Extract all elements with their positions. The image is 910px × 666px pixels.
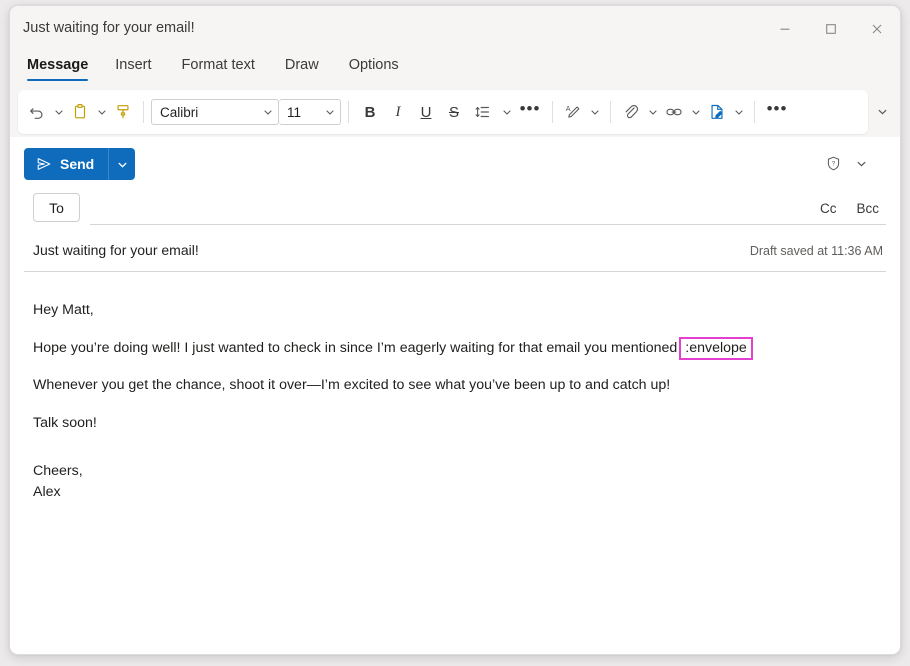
toolbar-separator [143, 101, 144, 123]
compose-window: Just waiting for your email! Message Ins… [9, 5, 901, 655]
link-icon [666, 108, 682, 116]
subject-row: Just waiting for your email! Draft saved… [24, 235, 886, 272]
to-button[interactable]: To [33, 193, 80, 222]
undo-icon [30, 108, 43, 119]
italic-icon: I [395, 103, 401, 120]
attach-dropdown[interactable] [644, 97, 661, 127]
send-options-dropdown[interactable] [108, 148, 136, 180]
message-body[interactable]: Hey Matt, Hope you’re doing well! I just… [24, 272, 886, 503]
maximize-button[interactable] [808, 6, 854, 52]
chevron-down-icon [857, 161, 865, 167]
minimize-button[interactable] [762, 6, 808, 52]
chevron-down-icon [878, 109, 886, 115]
send-row: Send ? [10, 137, 900, 191]
format-painter-button[interactable] [110, 97, 136, 127]
window-controls [762, 6, 900, 52]
cc-bcc-group: Cc Bcc [817, 199, 882, 218]
signature-icon [711, 104, 723, 119]
body-paragraph-2: Hope you’re doing well! I just wanted to… [33, 336, 877, 360]
body-signature-name: Alex [33, 483, 61, 500]
strikethrough-button[interactable]: S [440, 97, 468, 127]
compose-area: Send ? To Cc Bcc Just waiting for your e… [10, 137, 900, 654]
tab-format-text[interactable]: Format text [167, 52, 270, 75]
undo-button[interactable] [24, 97, 50, 127]
ellipsis-icon: ••• [519, 99, 541, 118]
insert-link-button[interactable] [661, 97, 687, 127]
more-formatting-button[interactable]: ••• [515, 97, 545, 127]
text-highlight-dropdown[interactable] [586, 97, 603, 127]
underline-button[interactable]: U [412, 97, 440, 127]
font-name-dropdown-icon[interactable] [258, 107, 278, 117]
body-signoff: Cheers, [33, 463, 83, 480]
body-greeting: Hey Matt, [33, 302, 94, 318]
line-spacing-dropdown[interactable] [498, 97, 515, 127]
ribbon-toolbar: Calibri 11 B I U S ••• A ••• [10, 88, 900, 137]
text-highlight-icon: A [566, 104, 580, 118]
expand-ribbon-button[interactable] [870, 99, 894, 123]
underline-icon: U [420, 103, 432, 121]
ellipsis-icon: ••• [766, 99, 788, 118]
to-input[interactable] [90, 193, 886, 225]
svg-text:?: ? [831, 160, 835, 167]
bcc-button[interactable]: Bcc [853, 199, 882, 218]
attach-file-button[interactable] [618, 97, 644, 127]
sensitivity-shield-icon: ? [827, 156, 839, 170]
send-button[interactable]: Send [24, 148, 109, 180]
font-size-value: 11 [287, 104, 302, 120]
send-plane-icon [37, 158, 51, 170]
text-highlight-button[interactable]: A [560, 97, 586, 127]
sensitivity-button[interactable]: ? [820, 150, 846, 176]
tab-draw[interactable]: Draw [270, 52, 334, 75]
title-bar: Just waiting for your email! [10, 6, 900, 52]
tab-options[interactable]: Options [334, 52, 414, 75]
toolbar-separator [610, 101, 611, 123]
font-size-combo[interactable]: 11 [279, 99, 341, 125]
italic-button[interactable]: I [384, 97, 412, 127]
tab-insert[interactable]: Insert [100, 52, 166, 75]
cc-button[interactable]: Cc [817, 199, 840, 218]
send-button-group: Send [24, 148, 136, 180]
draft-status: Draft saved at 11:36 AM [749, 244, 883, 258]
ribbon-tabs: Message Insert Format text Draw Options [10, 52, 900, 88]
bold-icon: B [364, 103, 376, 121]
tab-message[interactable]: Message [25, 52, 100, 81]
format-painter-icon [117, 105, 129, 119]
paste-icon [74, 104, 86, 119]
send-label: Send [60, 156, 95, 172]
more-commands-button[interactable]: ••• [762, 97, 792, 127]
envelope-token-highlight[interactable]: :envelope [679, 336, 753, 360]
font-name-value: Calibri [160, 104, 199, 120]
toolbar-separator [552, 101, 553, 123]
link-dropdown[interactable] [687, 97, 704, 127]
toolbar-separator [348, 101, 349, 123]
subject-input[interactable]: Just waiting for your email! [33, 242, 199, 258]
sensitivity-dropdown[interactable] [848, 150, 874, 176]
strikethrough-icon: S [448, 103, 459, 121]
body-paragraph-3: Whenever you get the chance, shoot it ov… [33, 377, 671, 394]
signature-dropdown[interactable] [730, 97, 747, 127]
paste-button[interactable] [67, 97, 93, 127]
body-paragraph-2-text: Hope you’re doing well! I just wanted to… [33, 339, 678, 356]
body-paragraph-4: Talk soon! [33, 414, 97, 431]
recipient-row: To Cc Bcc [24, 191, 886, 235]
attach-icon [625, 105, 639, 119]
chevron-down-icon [118, 162, 127, 168]
sensitivity-group: ? [820, 150, 874, 176]
bold-button[interactable]: B [356, 97, 384, 127]
undo-dropdown[interactable] [50, 97, 67, 127]
svg-text:A: A [566, 104, 571, 113]
font-name-combo[interactable]: Calibri [151, 99, 279, 125]
close-button[interactable] [854, 6, 900, 52]
font-size-dropdown-icon[interactable] [320, 107, 340, 117]
line-spacing-button[interactable] [468, 97, 498, 127]
toolbar-separator [754, 101, 755, 123]
paste-dropdown[interactable] [93, 97, 110, 127]
window-title: Just waiting for your email! [23, 20, 195, 36]
line-spacing-icon [475, 106, 489, 118]
signature-button[interactable] [704, 97, 730, 127]
